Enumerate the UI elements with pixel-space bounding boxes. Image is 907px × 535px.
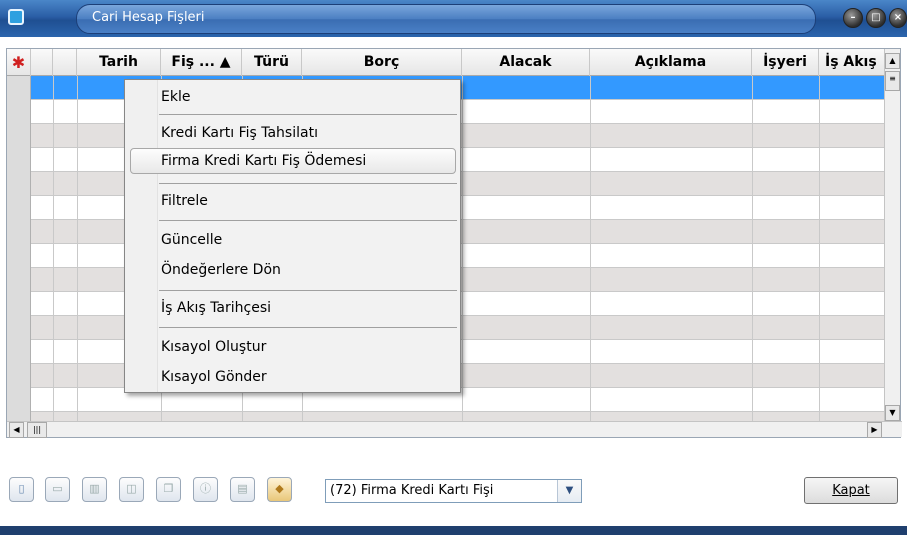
- open-folder-icon[interactable]: ▭: [45, 477, 70, 502]
- minimize-icon[interactable]: –: [843, 8, 863, 28]
- menu-item-guncelle[interactable]: Güncelle: [161, 229, 222, 251]
- horizontal-scrollbar[interactable]: ◀ ||| ▶: [7, 421, 902, 438]
- menu-item-kisayol-olustur[interactable]: Kısayol Oluştur: [161, 336, 266, 358]
- grid-line: [77, 76, 78, 423]
- menu-item-is-akis-tarihcesi[interactable]: İş Akış Tarihçesi: [161, 297, 271, 319]
- preview-icon[interactable]: ◫: [119, 477, 144, 502]
- header-blank-1: [31, 49, 53, 76]
- menu-gutter: [125, 80, 158, 392]
- menu-item-firma-kredi-karti-fis-odemesi[interactable]: Firma Kredi Kartı Fiş Ödemesi: [161, 150, 366, 172]
- menu-item-filtrele[interactable]: Filtrele: [161, 190, 208, 212]
- scroll-up-icon[interactable]: ▲: [885, 53, 900, 69]
- context-menu: Ekle Kredi Kartı Fiş Tahsilatı Firma Kre…: [124, 79, 461, 393]
- grid-header: ✱ Tarih Fiş ... ▲ Türü Borç Alacak Açıkl…: [7, 49, 887, 76]
- status-bar: [0, 526, 907, 535]
- menu-separator: [159, 220, 457, 221]
- menu-item-kredi-karti-fis-tahsilati[interactable]: Kredi Kartı Fiş Tahsilatı: [161, 122, 318, 144]
- copy-icon[interactable]: ❐: [156, 477, 181, 502]
- document-type-value: (72) Firma Kredi Kartı Fişi: [330, 483, 494, 498]
- info-icon[interactable]: ⓘ: [193, 477, 218, 502]
- column-header-tarih[interactable]: Tarih: [77, 49, 161, 76]
- shell-icon[interactable]: ◆: [267, 477, 292, 502]
- grid-line: [819, 76, 820, 423]
- column-header-aciklama[interactable]: Açıklama: [590, 49, 752, 76]
- close-button[interactable]: Kapat: [804, 477, 898, 504]
- column-header-alacak[interactable]: Alacak: [462, 49, 590, 76]
- scroll-thumb[interactable]: ≡: [885, 71, 900, 91]
- maximize-icon[interactable]: □: [866, 8, 886, 28]
- vertical-scrollbar[interactable]: ▲ ≡ ▼: [884, 49, 900, 423]
- grid-line: [53, 76, 54, 423]
- scroll-down-icon[interactable]: ▼: [885, 405, 900, 421]
- title-bar: Cari Hesap Fişleri – □ ×: [0, 0, 907, 37]
- menu-separator: [159, 114, 457, 115]
- column-header-turu[interactable]: Türü: [242, 49, 302, 76]
- grid-line: [752, 76, 753, 423]
- menu-item-ondegerlere-don[interactable]: Öndeğerlere Dön: [161, 259, 281, 281]
- menu-item-kisayol-gonder[interactable]: Kısayol Gönder: [161, 366, 267, 388]
- new-document-icon[interactable]: ▯: [9, 477, 34, 502]
- column-header-is-akis[interactable]: İş Akış: [819, 49, 887, 76]
- row-header-column: [7, 76, 31, 423]
- menu-separator: [159, 183, 457, 184]
- grid-line: [462, 76, 463, 423]
- column-header-fis[interactable]: Fiş ... ▲: [161, 49, 242, 76]
- chevron-down-icon[interactable]: ▼: [557, 480, 581, 502]
- window-title: Cari Hesap Fişleri: [92, 10, 205, 25]
- menu-item-ekle[interactable]: Ekle: [161, 86, 190, 108]
- app-icon[interactable]: [8, 9, 24, 25]
- close-icon[interactable]: ×: [889, 8, 907, 28]
- print-icon[interactable]: ▤: [230, 477, 255, 502]
- column-header-borc[interactable]: Borç: [302, 49, 462, 76]
- scroll-right-icon[interactable]: ▶: [867, 422, 882, 438]
- grid-line: [590, 76, 591, 423]
- grid-settings-icon[interactable]: ✱: [7, 49, 31, 76]
- menu-separator: [159, 327, 457, 328]
- scroll-left-icon[interactable]: ◀: [9, 422, 24, 438]
- column-header-isyeri[interactable]: İşyeri: [752, 49, 819, 76]
- document-type-select[interactable]: (72) Firma Kredi Kartı Fişi ▼: [325, 479, 582, 503]
- horizontal-scroll-thumb[interactable]: |||: [27, 422, 47, 438]
- delete-icon[interactable]: ▥: [82, 477, 107, 502]
- menu-separator: [159, 290, 457, 291]
- header-blank-2: [53, 49, 77, 76]
